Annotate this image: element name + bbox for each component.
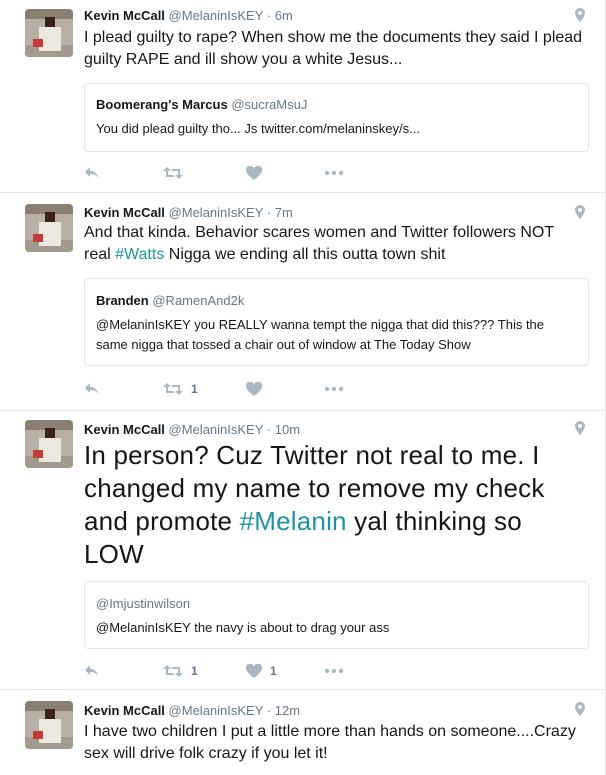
like-button[interactable]: [246, 163, 270, 183]
hashtag-link[interactable]: #Melanin: [240, 506, 347, 536]
author-handle[interactable]: @MelaninIsKEY: [169, 703, 264, 718]
like-button[interactable]: 1: [246, 661, 277, 681]
quoted-text: @MelaninIsKEY the navy is about to drag …: [96, 620, 390, 635]
author-handle[interactable]: @MelaninIsKEY: [169, 422, 264, 437]
more-icon: [324, 668, 344, 674]
avatar[interactable]: [25, 420, 73, 468]
tweet-header: Kevin McCall @MelaninIsKEY · 6m: [84, 8, 293, 23]
quoted-author-handle: @sucraMsuJ: [231, 97, 308, 112]
timestamp[interactable]: 7m: [275, 205, 293, 220]
quoted-author-name: Boomerang's Marcus: [96, 97, 228, 112]
tweet[interactable]: Kevin McCall @MelaninIsKEY · 7m And that…: [0, 193, 605, 411]
tweet-text-part: Nigga we ending all this outta town shit: [164, 246, 446, 263]
location-pin-icon[interactable]: [575, 205, 585, 219]
retweet-button[interactable]: [163, 163, 191, 183]
retweet-button[interactable]: 1: [163, 379, 198, 399]
quoted-text: @MelaninIsKEY you REALLY wanna tempt the…: [96, 317, 545, 352]
avatar[interactable]: [25, 9, 73, 57]
heart-icon: [246, 664, 262, 678]
author-name[interactable]: Kevin McCall: [84, 422, 165, 437]
quoted-tweet[interactable]: @Imjustinwilson @MelaninIsKEY the navy i…: [84, 581, 589, 649]
like-count: 1: [270, 664, 277, 678]
author-handle[interactable]: @MelaninIsKEY: [169, 205, 264, 220]
tweet[interactable]: Kevin McCall @MelaninIsKEY · 12m I have …: [0, 690, 605, 775]
reply-button[interactable]: [84, 661, 100, 681]
like-button[interactable]: [246, 379, 270, 399]
timestamp[interactable]: 12m: [275, 703, 300, 718]
more-button[interactable]: [324, 661, 344, 681]
heart-icon: [246, 382, 262, 396]
reply-icon: [85, 167, 98, 178]
author-name[interactable]: Kevin McCall: [84, 8, 165, 23]
quoted-author-name: Branden: [96, 293, 149, 308]
quoted-tweet[interactable]: Branden @RamenAnd2k @MelaninIsKEY you RE…: [84, 278, 589, 366]
more-icon: [324, 386, 344, 392]
quoted-text: You did plead guilty tho... Js twitter.c…: [96, 121, 420, 136]
quoted-author-handle: @Imjustinwilson: [96, 596, 191, 611]
tweet-header: Kevin McCall @MelaninIsKEY · 7m: [84, 205, 293, 220]
avatar[interactable]: [25, 204, 73, 252]
tweet-text: And that kinda. Behavior scares women an…: [84, 222, 584, 266]
tweet-header: Kevin McCall @MelaninIsKEY · 10m: [84, 422, 301, 437]
quoted-author-handle: @RamenAnd2k: [152, 293, 245, 308]
author-name[interactable]: Kevin McCall: [84, 205, 165, 220]
reply-icon: [85, 383, 98, 394]
tweet[interactable]: Kevin McCall @MelaninIsKEY · 10m In pers…: [0, 411, 605, 690]
reply-button[interactable]: [84, 379, 100, 399]
timestamp[interactable]: 10m: [275, 422, 300, 437]
timestamp[interactable]: 6m: [275, 8, 293, 23]
quoted-tweet[interactable]: Boomerang's Marcus @sucraMsuJ You did pl…: [84, 83, 589, 152]
retweet-count: 1: [191, 664, 198, 678]
retweet-count: 1: [191, 382, 198, 396]
tweet[interactable]: Kevin McCall @MelaninIsKEY · 6m I plead …: [0, 0, 605, 193]
retweet-icon: [163, 167, 183, 179]
tweet-text: In person? Cuz Twitter not real to me. I…: [84, 439, 564, 571]
tweet-text: I have two children I put a little more …: [84, 723, 576, 762]
location-pin-icon[interactable]: [575, 702, 585, 716]
reply-icon: [85, 665, 98, 676]
heart-icon: [246, 166, 262, 180]
retweet-icon: [163, 665, 183, 677]
hashtag-link[interactable]: #Watts: [115, 246, 164, 263]
retweet-button[interactable]: 1: [163, 661, 198, 681]
retweet-icon: [163, 383, 183, 395]
author-handle[interactable]: @MelaninIsKEY: [169, 8, 264, 23]
tweet-header: Kevin McCall @MelaninIsKEY · 12m: [84, 703, 301, 718]
avatar[interactable]: [25, 701, 73, 749]
location-pin-icon[interactable]: [575, 421, 585, 435]
location-pin-icon[interactable]: [575, 8, 585, 22]
author-name[interactable]: Kevin McCall: [84, 703, 165, 718]
tweet-text: I plead guilty to rape? When show me the…: [84, 29, 583, 68]
reply-button[interactable]: [84, 163, 100, 183]
more-icon: [324, 170, 344, 176]
more-button[interactable]: [324, 379, 344, 399]
more-button[interactable]: [324, 163, 344, 183]
